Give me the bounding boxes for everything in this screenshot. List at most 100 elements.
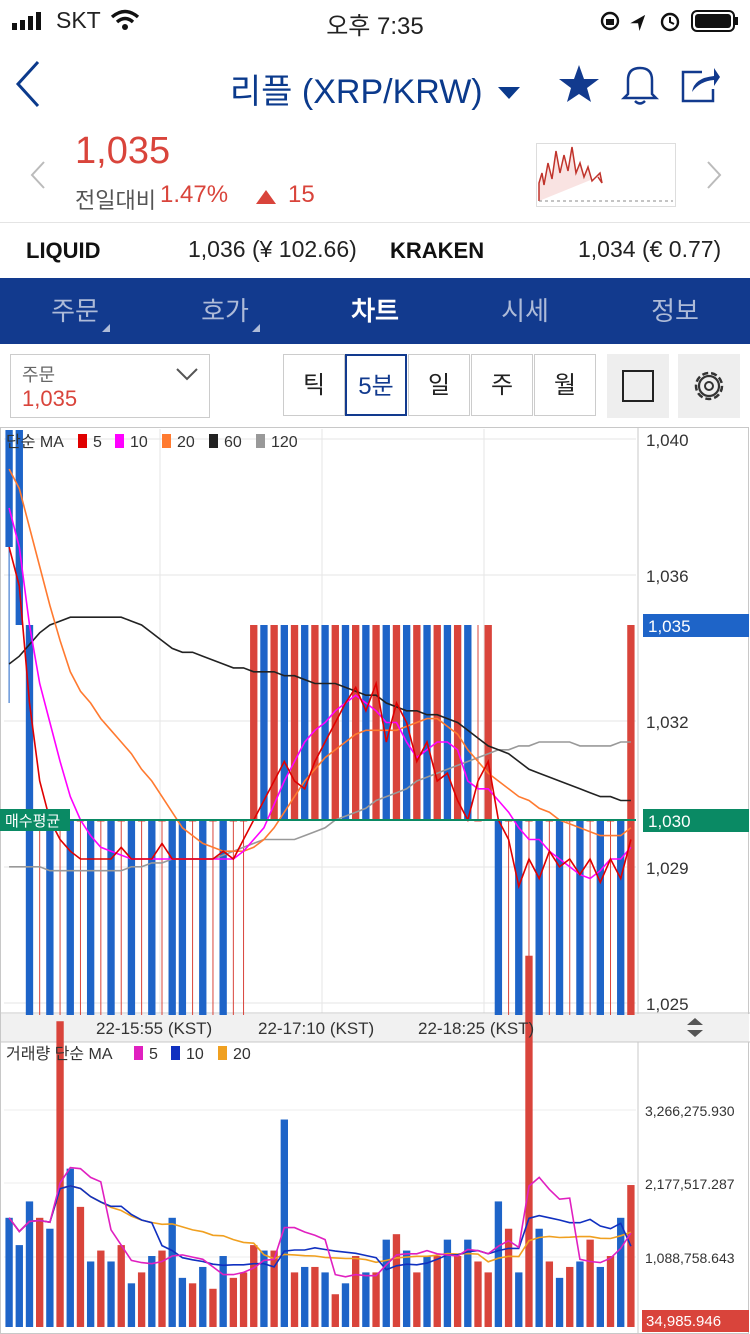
volume-bar [148,1256,156,1327]
volume-bar [341,1283,350,1327]
bell-icon[interactable] [620,62,660,106]
volume-bar [484,1272,492,1327]
candle-body [372,625,380,820]
avg-price-label: 1,030 [648,812,691,831]
volume-bar [168,1217,176,1327]
volume-bar [433,1256,441,1327]
legend-swatch [209,434,218,448]
candle-body [127,820,136,1015]
legend-label: 120 [271,434,298,451]
volume-bar [392,1234,401,1327]
gear-icon [694,371,724,401]
volume-bar [107,1261,115,1327]
candle-body [596,820,604,1015]
volume-bar [219,1256,227,1327]
candle-body [341,625,350,820]
volume-bar [352,1256,360,1327]
draw-tool-button[interactable] [607,354,669,418]
candle-body [107,820,115,1015]
candle-body [301,625,309,820]
prev-coin-icon[interactable] [28,160,48,190]
status-bar: SKT 오후 7:35 [0,0,750,40]
settings-button[interactable] [678,354,740,418]
square-icon [622,370,654,402]
status-icons [600,10,738,32]
candle-body [199,820,207,1015]
candle-body [423,625,431,820]
legend-label: 10 [186,1046,204,1063]
legend-label: 5 [93,434,102,451]
volume-legend-title: 거래량 단순 MA [6,1045,113,1063]
volume-bar [494,1201,503,1327]
tab-orderbook[interactable]: 호가 [150,278,300,344]
legend-swatch [162,434,171,448]
candle-body [148,820,156,1015]
volume-bar [290,1272,299,1327]
period-tick[interactable]: 틱 [283,354,345,416]
next-coin-icon[interactable] [704,160,724,190]
avg-price-title: 매수평균 [5,813,60,830]
volume-bar [301,1266,309,1327]
period-5min[interactable]: 5분 [345,354,407,416]
volume-bar [413,1272,421,1327]
legend-swatch [134,1046,143,1060]
tab-market[interactable]: 시세 [450,278,600,344]
x-tick-label: 22-15:55 (KST) [96,1019,212,1038]
volume-bar [178,1277,187,1327]
volume-bar [627,1185,635,1327]
volume-bar [25,1201,34,1327]
volume-bar [36,1217,44,1327]
volume-bar [362,1272,370,1327]
volume-bar [504,1228,513,1327]
up-triangle-icon [256,190,276,204]
candle-body [290,625,299,820]
y-tick-label: 1,036 [646,567,689,586]
legend-swatch [218,1046,227,1060]
volume-bar [566,1266,574,1327]
legend-label: 10 [130,434,148,451]
order-select-label: 주문 [22,365,56,385]
candle-body [362,625,370,820]
candle-body [178,820,187,1015]
change-percent: 1.47% [160,181,229,208]
candle-body [250,625,258,820]
period-week[interactable]: 주 [471,354,533,416]
period-day[interactable]: 일 [408,354,470,416]
chevron-down-icon [176,368,198,381]
volume-bar [545,1261,554,1327]
volume-bar [66,1168,74,1327]
tab-order[interactable]: 주문 [0,278,150,344]
candle-body [494,820,503,1015]
volume-tick-label: 2,177,517.287 [645,1176,735,1192]
candle-body [311,625,319,820]
volume-bar [127,1283,136,1327]
y-tick-label: 1,029 [646,859,689,878]
price-chart[interactable]: 매수평균 1,040 1,036 1,032 1,029 1,025 1,035 1,030 2… [0,427,750,1334]
order-select-value: 1,035 [22,386,78,411]
volume-bar [576,1261,584,1327]
volume-current-label: 34,985.946 [646,1313,721,1330]
mini-chart[interactable] [536,143,676,207]
tab-chart[interactable]: 차트 [300,278,450,344]
current-price: 1,035 [75,130,171,172]
star-icon[interactable] [558,64,600,104]
volume-bar [331,1294,339,1327]
volume-bar [229,1277,238,1327]
legend-label: 60 [224,434,242,451]
volume-bar [382,1239,390,1327]
volume-bar [453,1256,462,1327]
current-price-label: 1,035 [648,617,691,636]
share-icon[interactable] [680,64,722,104]
candle-body [15,430,23,625]
legend-label: 20 [233,1046,251,1063]
y-tick-label: 1,032 [646,713,689,732]
volume-bar [56,1021,64,1327]
candle-body [260,625,268,820]
tab-info[interactable]: 정보 [600,278,750,344]
exchange-value-kraken: 1,034 (€ 0.77) [578,236,722,262]
legend-label: 20 [177,434,195,451]
tab-bar: 주문 호가 차트 시세 정보 [0,278,750,344]
period-month[interactable]: 월 [534,354,596,416]
volume-bar [402,1250,411,1327]
candle-body [168,820,176,1015]
